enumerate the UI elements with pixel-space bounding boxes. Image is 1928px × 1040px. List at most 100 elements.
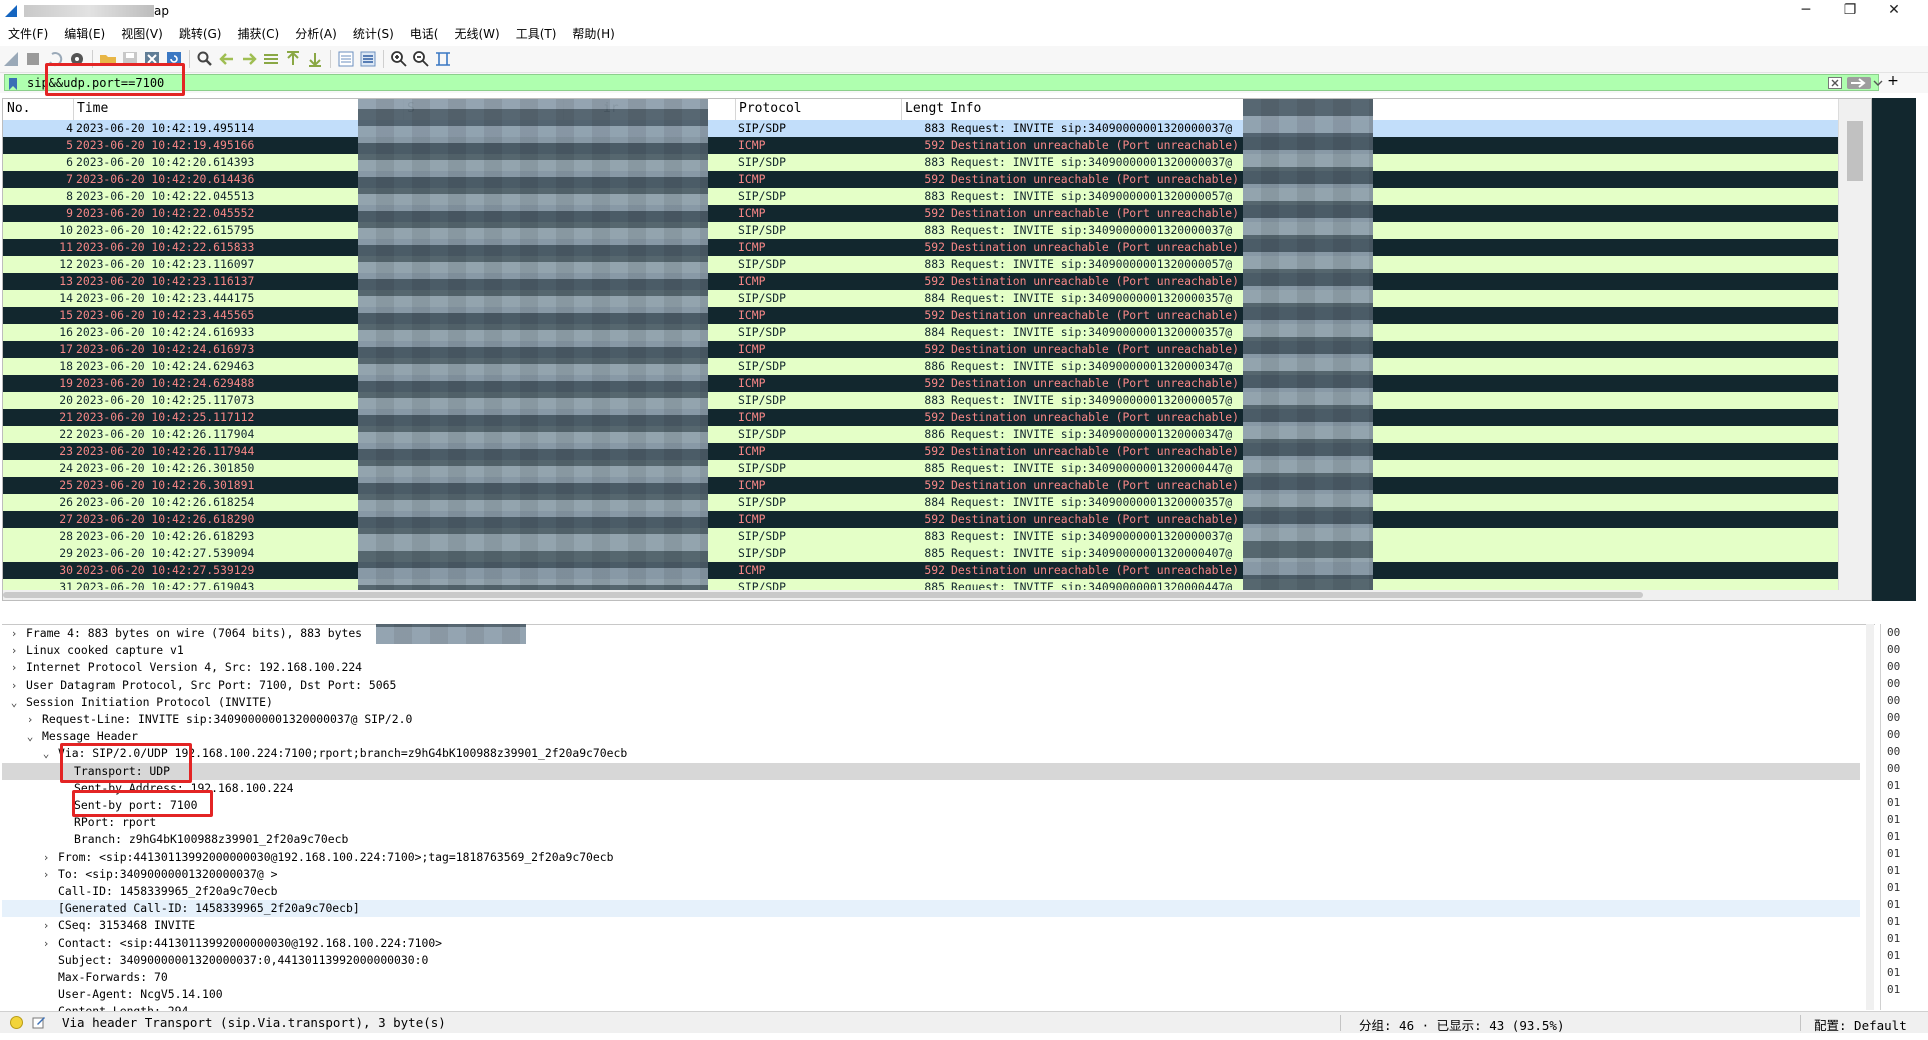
horizontal-scroll-thumb[interactable] [3,592,1643,598]
expand-arrow-icon[interactable]: › [40,935,52,952]
expand-arrow-icon[interactable]: › [8,642,20,659]
display-filter-field[interactable] [4,74,1883,91]
menu-item-9[interactable]: 工具(T) [508,22,565,46]
go-to-packet-icon[interactable] [261,49,281,69]
packet-row[interactable]: 4 2023-06-20 10:42:19.495114 SIP/SDP 883 Req… [3,120,1871,137]
detail-tree-item[interactable]: › Linux cooked capture v1 [2,642,1860,659]
menu-item-1[interactable]: 编辑(E) [56,22,113,46]
packet-minimap[interactable] [1872,98,1916,601]
add-filter-button-icon[interactable]: + [1886,74,1900,89]
colorize-icon[interactable] [358,49,378,69]
detail-tree-item[interactable]: › Request-Line: INVITE sip:34090000001320… [2,711,1860,728]
packet-list-body[interactable]: 4 2023-06-20 10:42:19.495114 SIP/SDP 883 Req… [3,120,1871,596]
packet-row[interactable]: 21 2023-06-20 10:42:25.117112 ICMP 592 Desti… [3,409,1871,426]
packet-row[interactable]: 22 2023-06-20 10:42:26.117904 SIP/SDP 886 Re… [3,426,1871,443]
find-icon[interactable] [195,49,215,69]
zoom-out-icon[interactable] [411,49,431,69]
stop-icon[interactable] [23,49,43,69]
expand-arrow-icon[interactable]: › [40,917,52,934]
packet-row[interactable]: 17 2023-06-20 10:42:24.616973 ICMP 592 Desti… [3,341,1871,358]
auto-scroll-icon[interactable] [336,49,356,69]
shark-fin-start-icon[interactable] [1,49,21,69]
detail-tree-item[interactable]: Max-Forwards: 70 [2,969,1860,986]
expert-info-icon[interactable] [10,1016,23,1029]
detail-tree-item[interactable]: ⌄ Session Initiation Protocol (INVITE) [2,694,1860,711]
packet-row[interactable]: 8 2023-06-20 10:42:22.045513 SIP/SDP 883 Req… [3,188,1871,205]
detail-tree-item[interactable]: Subject: 34090000001320000037:0,44130113… [2,952,1860,969]
expand-arrow-icon[interactable]: › [40,866,52,883]
detail-tree-item[interactable]: › Frame 4: 883 bytes on wire (7064 bits),… [2,625,1860,642]
reload-icon[interactable] [164,49,184,69]
display-filter-input[interactable] [27,76,1827,90]
expand-arrow-icon[interactable]: › [8,625,20,642]
packet-row[interactable]: 15 2023-06-20 10:42:23.445565 ICMP 592 Desti… [3,307,1871,324]
packet-row[interactable]: 10 2023-06-20 10:42:22.615795 SIP/SDP 883 Re… [3,222,1871,239]
clear-filter-icon[interactable] [1828,77,1842,89]
packet-row[interactable]: 12 2023-06-20 10:42:23.116097 SIP/SDP 883 Re… [3,256,1871,273]
packet-row[interactable]: 29 2023-06-20 10:42:27.539094 SIP/SDP 885 Re… [3,545,1871,562]
column-header-length[interactable]: Lengt [905,101,944,116]
first-packet-icon[interactable] [283,49,303,69]
column-header-no[interactable]: No. [7,101,30,116]
packet-row[interactable]: 14 2023-06-20 10:42:23.444175 SIP/SDP 884 Re… [3,290,1871,307]
column-header-protocol[interactable]: Protocol [739,101,802,116]
packet-list-vertical-scrollbar[interactable] [1838,99,1871,600]
packet-row[interactable]: 27 2023-06-20 10:42:26.618290 ICMP 592 Desti… [3,511,1871,528]
detail-tree-item[interactable]: Sent-by Address: 192.168.100.224 [2,780,1860,797]
packet-list[interactable]: No. Time S ir Protocol Lengt Info 42023-… [2,98,1872,601]
packet-list-horizontal-scrollbar[interactable] [3,590,1841,600]
detail-tree-item[interactable]: User-Agent: NcgV5.14.100 [2,986,1860,1003]
packet-bytes-pane[interactable]: 00 00 00 00 00 00 00 00 00 01 01 01 01 01 01 01 01 01 01 01… [1880,624,1928,1010]
go-back-icon[interactable] [217,49,237,69]
detail-tree-item[interactable]: Call-ID: 1458339965_2f20a9c70ecb [2,883,1860,900]
expand-arrow-icon[interactable]: › [40,849,52,866]
details-vertical-scrollbar[interactable] [1866,624,1874,1010]
packet-row[interactable]: 18 2023-06-20 10:42:24.629463 SIP/SDP 886 Re… [3,358,1871,375]
resize-columns-icon[interactable] [433,49,453,69]
collapse-arrow-icon[interactable]: ⌄ [8,694,20,711]
menu-item-2[interactable]: 视图(V) [113,22,171,46]
packet-row[interactable]: 13 2023-06-20 10:42:23.116137 ICMP 592 Desti… [3,273,1871,290]
column-header-info[interactable]: Info [950,101,981,116]
save-file-icon[interactable] [120,49,140,69]
detail-tree-item[interactable]: › To: <sip:34090000001320000037@ > [2,866,1860,883]
detail-tree-item[interactable]: › Contact: <sip:44130113992000000030@192.… [2,935,1860,952]
status-profile[interactable]: 配置: Default [1814,1015,1907,1034]
filter-history-chevron-icon[interactable] [1873,77,1883,89]
menu-item-0[interactable]: 文件(F) [0,22,56,46]
packet-row[interactable]: 11 2023-06-20 10:42:22.615833 ICMP 592 Desti… [3,239,1871,256]
expand-arrow-icon[interactable]: › [8,659,20,676]
vertical-scroll-thumb[interactable] [1847,121,1863,181]
packet-row[interactable]: 6 2023-06-20 10:42:20.614393 SIP/SDP 883 Req… [3,154,1871,171]
go-forward-icon[interactable] [239,49,259,69]
detail-tree-item[interactable]: Transport: UDP [2,762,1860,780]
close-button[interactable]: ✕ [1872,0,1916,22]
minimize-button[interactable]: ─ [1784,0,1828,22]
restore-button[interactable]: ❐ [1828,0,1872,22]
packet-row[interactable]: 20 2023-06-20 10:42:25.117073 SIP/SDP 883 Re… [3,392,1871,409]
detail-tree-item[interactable]: › CSeq: 3153468 INVITE [2,917,1860,934]
detail-tree-item[interactable]: › From: <sip:44130113992000000030@192.168… [2,849,1860,866]
menu-item-6[interactable]: 统计(S) [345,22,402,46]
packet-row[interactable]: 30 2023-06-20 10:42:27.539129 ICMP 592 Desti… [3,562,1871,579]
detail-tree-item[interactable]: ⌄ Via: SIP/2.0/UDP 192.168.100.224:7100;r… [2,745,1860,762]
collapse-arrow-icon[interactable]: ⌄ [40,745,52,762]
menu-item-5[interactable]: 分析(A) [287,22,345,46]
detail-tree-item[interactable]: Content-Length: 294 [2,1003,1860,1011]
packet-row[interactable]: 5 2023-06-20 10:42:19.495166 ICMP 592 Destin… [3,137,1871,154]
detail-tree-item[interactable]: [Generated Call-ID: 1458339965_2f20a9c70… [2,900,1860,918]
packet-row[interactable]: 23 2023-06-20 10:42:26.117944 ICMP 592 Desti… [3,443,1871,460]
detail-tree-item[interactable]: ⌄ Message Header [2,728,1860,745]
packet-row[interactable]: 7 2023-06-20 10:42:20.614436 ICMP 592 Destin… [3,171,1871,188]
detail-tree-item[interactable]: Branch: z9hG4bK100988z39901_2f20a9c70ecb [2,831,1860,848]
open-file-icon[interactable] [98,49,118,69]
collapse-arrow-icon[interactable]: ⌄ [24,728,36,745]
bookmark-icon[interactable] [9,78,17,90]
packet-row[interactable]: 28 2023-06-20 10:42:26.618293 SIP/SDP 883 Re… [3,528,1871,545]
detail-tree-item[interactable]: Sent-by port: 7100 [2,797,1860,814]
menu-item-10[interactable]: 帮助(H) [564,22,622,46]
packet-row[interactable]: 26 2023-06-20 10:42:26.618254 SIP/SDP 884 Re… [3,494,1871,511]
packet-row[interactable]: 25 2023-06-20 10:42:26.301891 ICMP 592 Desti… [3,477,1871,494]
expand-arrow-icon[interactable]: › [8,677,20,694]
apply-filter-arrow-icon[interactable] [1847,77,1871,89]
